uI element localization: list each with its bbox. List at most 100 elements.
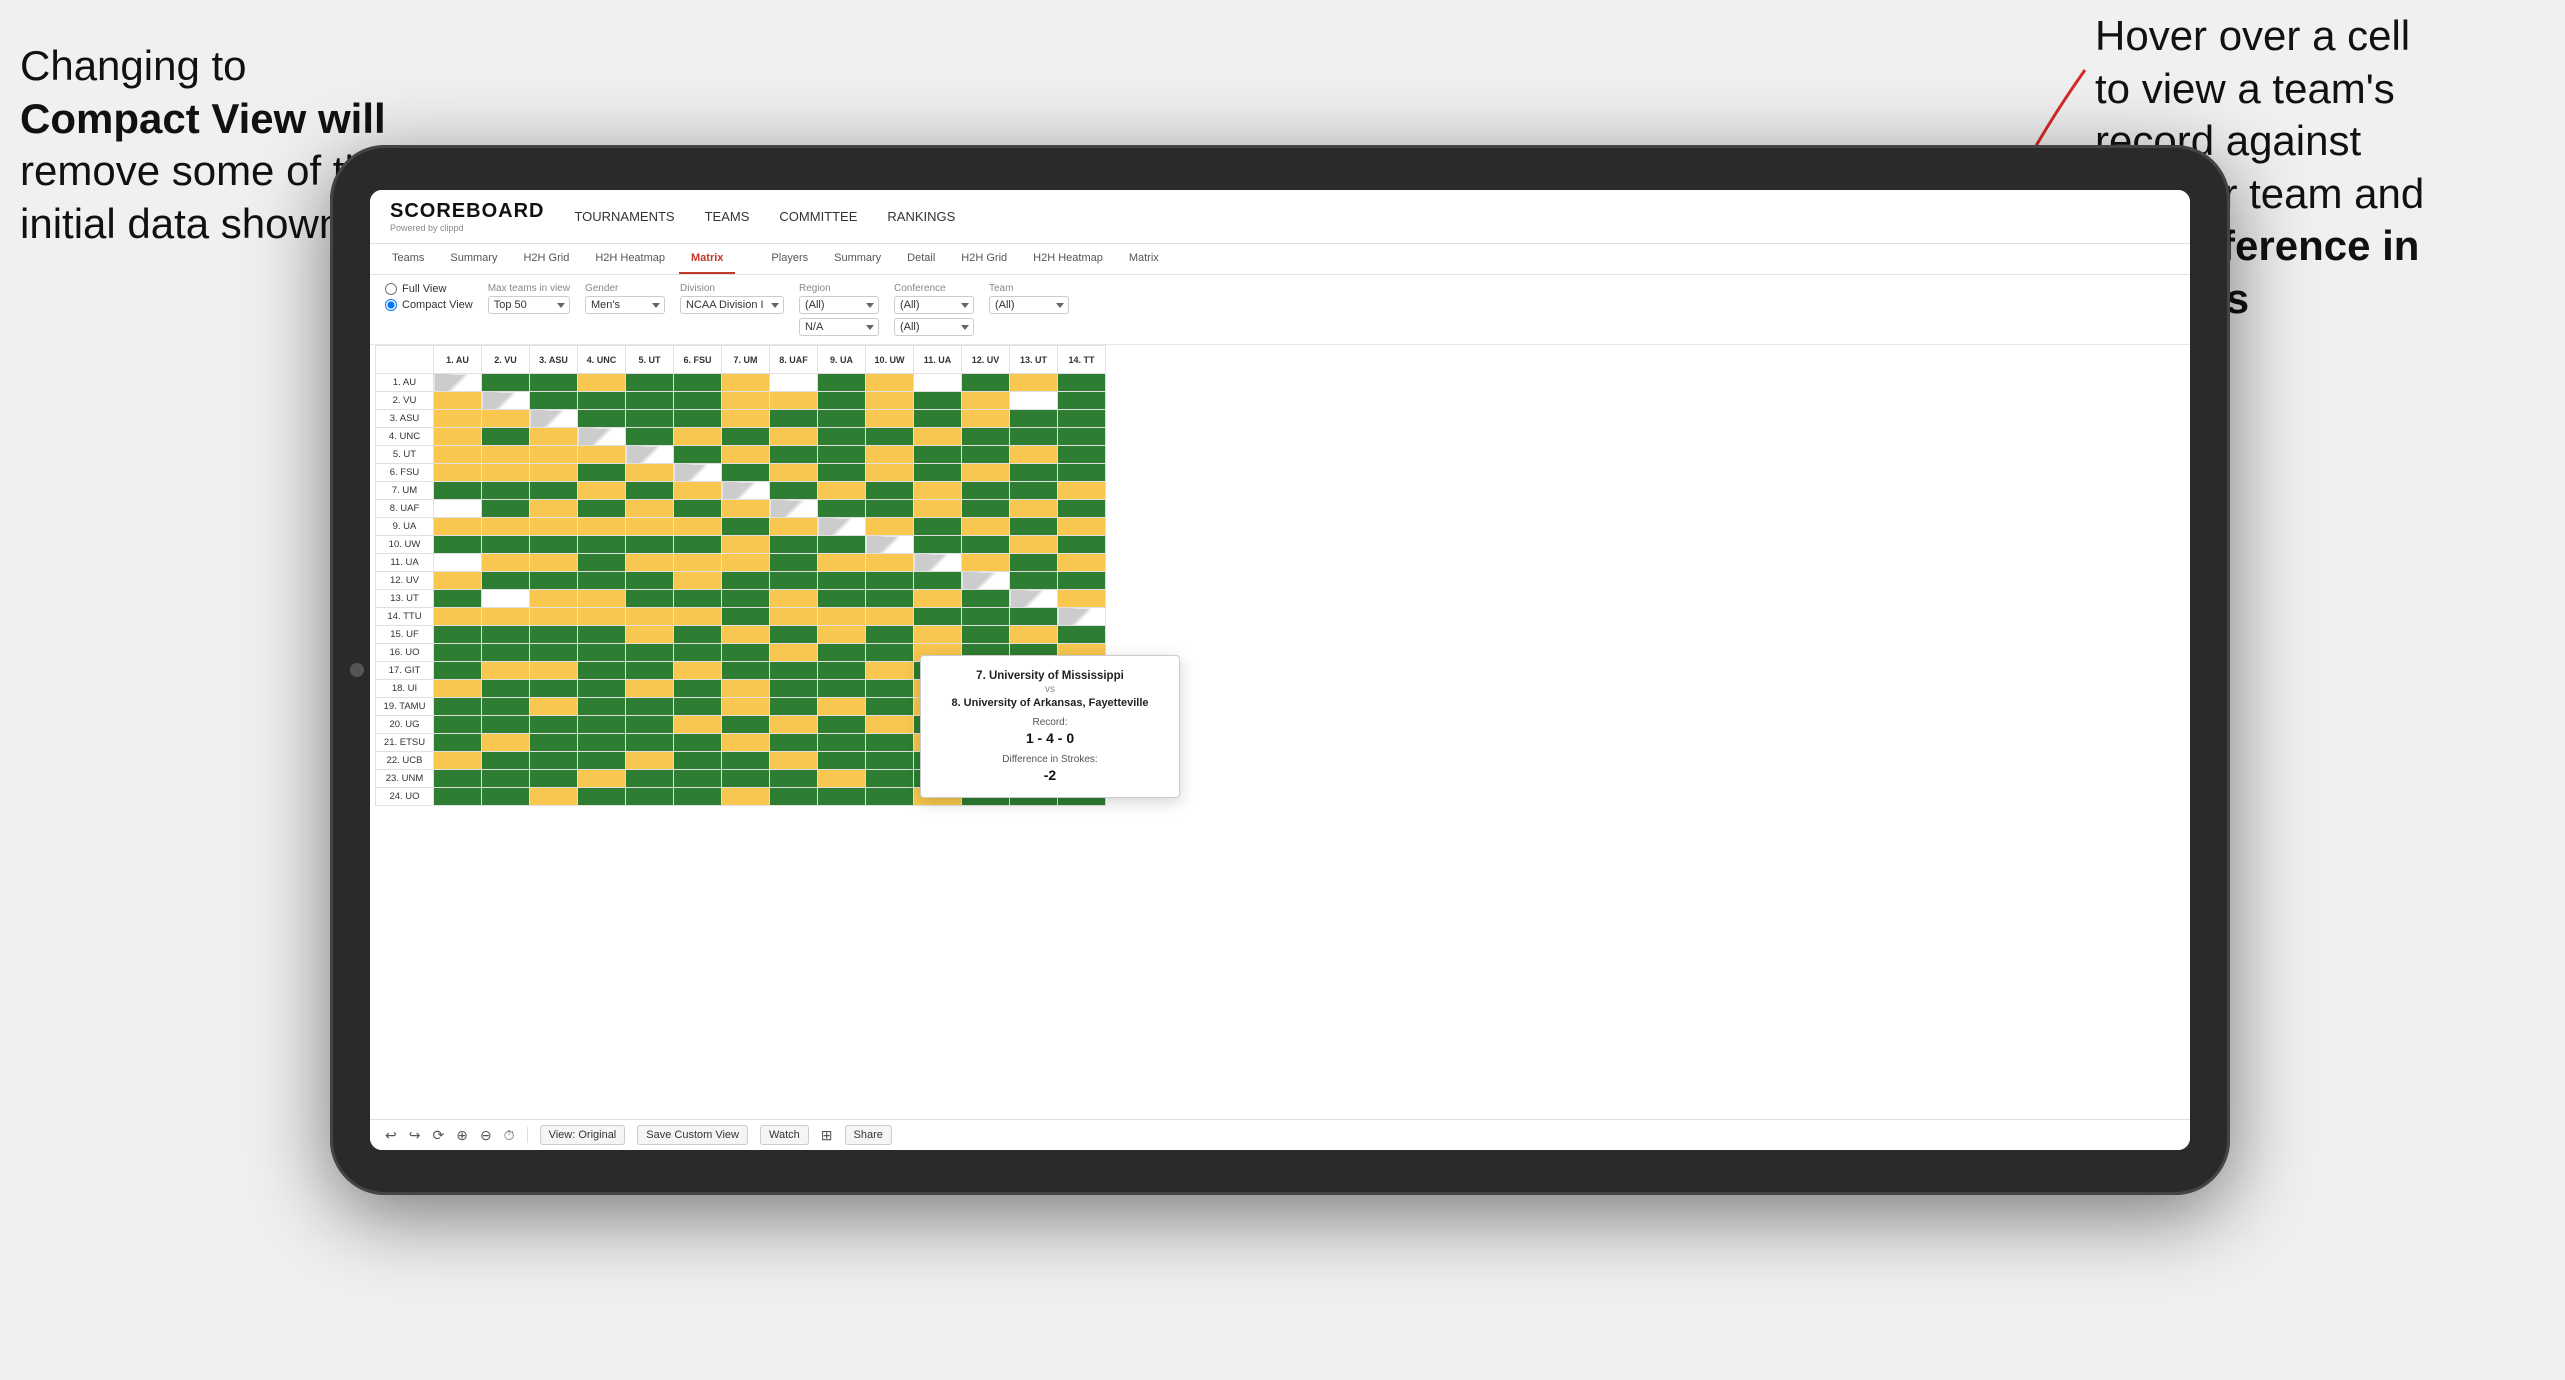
matrix-cell[interactable]: [866, 482, 914, 500]
matrix-cell[interactable]: [866, 536, 914, 554]
matrix-cell[interactable]: [482, 410, 530, 428]
matrix-cell[interactable]: [674, 374, 722, 392]
matrix-cell[interactable]: [962, 590, 1010, 608]
matrix-cell[interactable]: [914, 626, 962, 644]
matrix-cell[interactable]: [674, 734, 722, 752]
matrix-cell[interactable]: [866, 644, 914, 662]
share-button[interactable]: Share: [845, 1125, 892, 1145]
matrix-cell[interactable]: [770, 788, 818, 806]
matrix-cell[interactable]: [722, 770, 770, 788]
matrix-cell[interactable]: [626, 464, 674, 482]
matrix-cell[interactable]: [482, 716, 530, 734]
matrix-cell[interactable]: [722, 536, 770, 554]
matrix-cell[interactable]: [674, 500, 722, 518]
tab-h2h-grid2[interactable]: H2H Grid: [949, 244, 1019, 274]
matrix-cell[interactable]: [818, 590, 866, 608]
matrix-cell[interactable]: [866, 752, 914, 770]
matrix-cell[interactable]: [1010, 572, 1058, 590]
matrix-cell[interactable]: [530, 464, 578, 482]
matrix-cell[interactable]: [674, 482, 722, 500]
matrix-cell[interactable]: [1058, 446, 1106, 464]
matrix-cell[interactable]: [866, 374, 914, 392]
matrix-cell[interactable]: [578, 518, 626, 536]
matrix-cell[interactable]: [434, 680, 482, 698]
matrix-cell[interactable]: [482, 626, 530, 644]
full-view-radio[interactable]: [385, 283, 397, 295]
matrix-cell[interactable]: [962, 500, 1010, 518]
matrix-cell[interactable]: [818, 464, 866, 482]
matrix-cell[interactable]: [674, 644, 722, 662]
matrix-cell[interactable]: [770, 482, 818, 500]
nav-tournaments[interactable]: TOURNAMENTS: [574, 205, 674, 228]
matrix-cell[interactable]: [962, 410, 1010, 428]
matrix-cell[interactable]: [1010, 536, 1058, 554]
matrix-cell[interactable]: [1010, 482, 1058, 500]
matrix-cell[interactable]: [530, 446, 578, 464]
matrix-cell[interactable]: [434, 392, 482, 410]
matrix-cell[interactable]: [578, 536, 626, 554]
matrix-cell[interactable]: [818, 662, 866, 680]
matrix-cell[interactable]: [530, 428, 578, 446]
matrix-cell[interactable]: [578, 662, 626, 680]
matrix-cell[interactable]: [818, 554, 866, 572]
matrix-cell[interactable]: [962, 482, 1010, 500]
matrix-cell[interactable]: [434, 572, 482, 590]
tab-h2h-heatmap2[interactable]: H2H Heatmap: [1021, 244, 1115, 274]
matrix-cell[interactable]: [1010, 500, 1058, 518]
nav-committee[interactable]: COMMITTEE: [779, 205, 857, 228]
tab-matrix2[interactable]: Matrix: [1117, 244, 1171, 274]
matrix-cell[interactable]: [530, 536, 578, 554]
matrix-cell[interactable]: [482, 608, 530, 626]
matrix-cell[interactable]: [530, 644, 578, 662]
matrix-cell[interactable]: [722, 734, 770, 752]
matrix-cell[interactable]: [578, 698, 626, 716]
matrix-cell[interactable]: [1010, 392, 1058, 410]
matrix-cell[interactable]: [578, 374, 626, 392]
matrix-cell[interactable]: [530, 392, 578, 410]
matrix-cell[interactable]: [866, 518, 914, 536]
matrix-cell[interactable]: [674, 698, 722, 716]
matrix-cell[interactable]: [482, 374, 530, 392]
matrix-cell[interactable]: [914, 428, 962, 446]
matrix-cell[interactable]: [722, 680, 770, 698]
matrix-cell[interactable]: [434, 536, 482, 554]
matrix-cell[interactable]: [722, 752, 770, 770]
matrix-cell[interactable]: [722, 572, 770, 590]
matrix-cell[interactable]: [914, 608, 962, 626]
matrix-cell[interactable]: [674, 572, 722, 590]
matrix-cell[interactable]: [482, 428, 530, 446]
matrix-cell[interactable]: [1058, 536, 1106, 554]
matrix-cell[interactable]: [434, 788, 482, 806]
matrix-cell[interactable]: [674, 410, 722, 428]
matrix-cell[interactable]: [914, 554, 962, 572]
matrix-cell[interactable]: [674, 518, 722, 536]
matrix-cell[interactable]: [626, 446, 674, 464]
matrix-cell[interactable]: [674, 680, 722, 698]
matrix-cell[interactable]: [434, 554, 482, 572]
matrix-cell[interactable]: [482, 446, 530, 464]
matrix-cell[interactable]: [434, 770, 482, 788]
matrix-cell[interactable]: [482, 644, 530, 662]
matrix-cell[interactable]: [434, 500, 482, 518]
matrix-cell[interactable]: [674, 662, 722, 680]
matrix-cell[interactable]: [770, 680, 818, 698]
matrix-cell[interactable]: [818, 446, 866, 464]
matrix-cell[interactable]: [626, 734, 674, 752]
matrix-cell[interactable]: [626, 788, 674, 806]
matrix-cell[interactable]: [626, 662, 674, 680]
matrix-cell[interactable]: [626, 752, 674, 770]
matrix-cell[interactable]: [770, 518, 818, 536]
region-sub-select[interactable]: N/A: [799, 318, 879, 336]
matrix-cell[interactable]: [914, 590, 962, 608]
matrix-cell[interactable]: [914, 392, 962, 410]
matrix-cell[interactable]: [770, 698, 818, 716]
matrix-cell[interactable]: [866, 626, 914, 644]
matrix-cell[interactable]: [1010, 626, 1058, 644]
matrix-cell[interactable]: [1058, 626, 1106, 644]
matrix-cell[interactable]: [866, 392, 914, 410]
matrix-cell[interactable]: [722, 644, 770, 662]
matrix-cell[interactable]: [722, 590, 770, 608]
matrix-cell[interactable]: [722, 518, 770, 536]
matrix-cell[interactable]: [722, 662, 770, 680]
matrix-cell[interactable]: [722, 374, 770, 392]
